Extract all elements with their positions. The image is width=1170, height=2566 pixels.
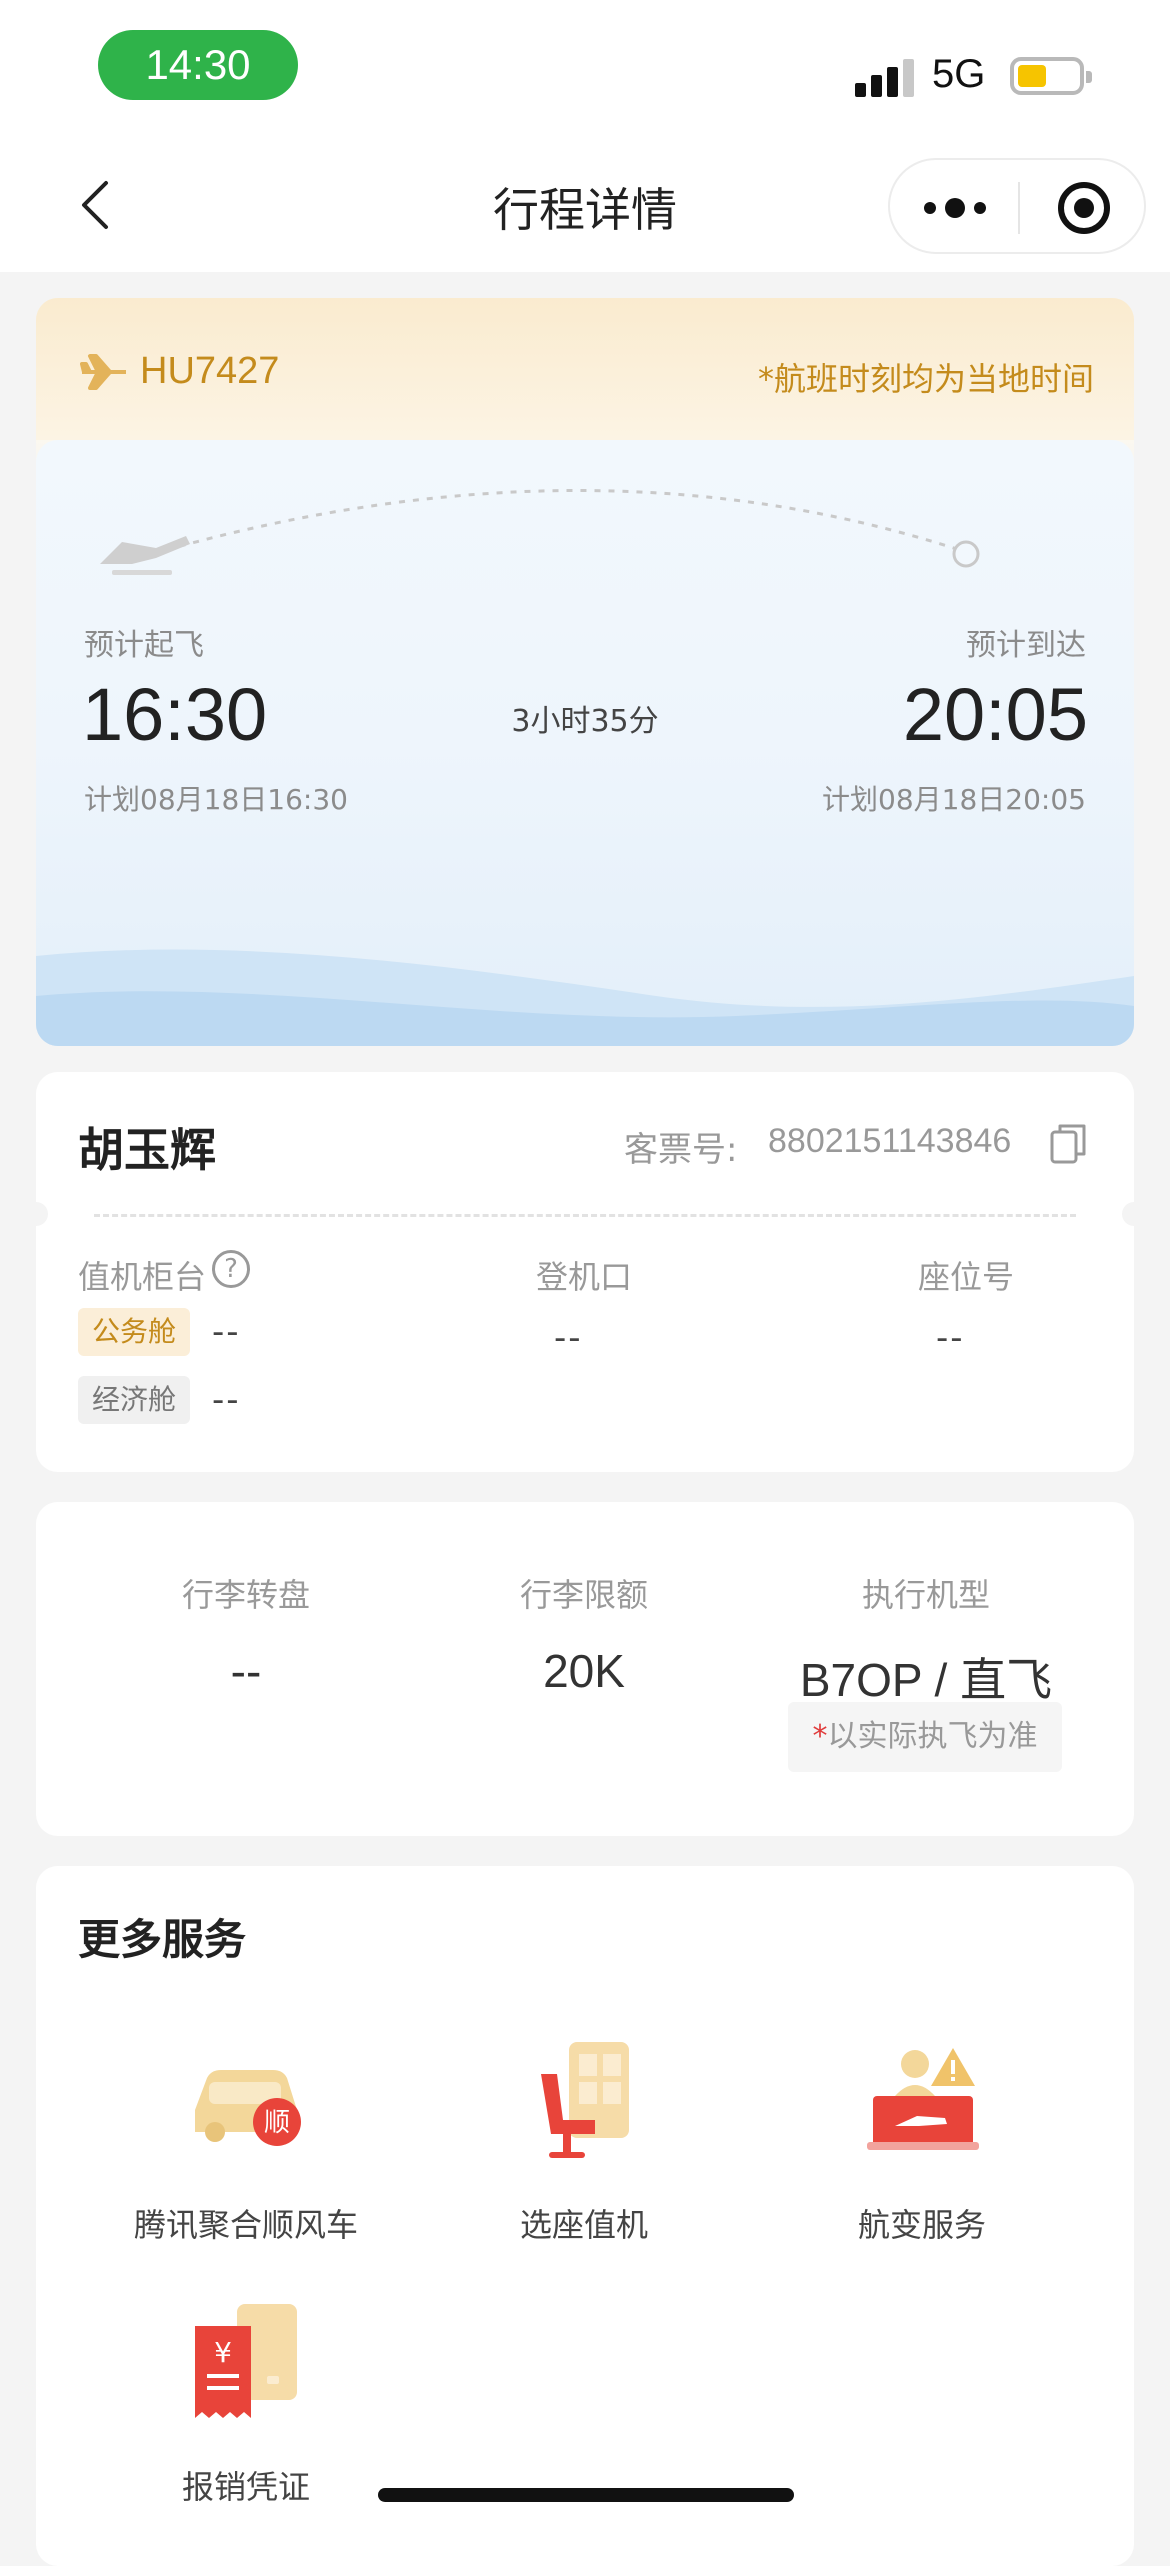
network-label: 5G (932, 52, 986, 96)
svg-text:¥: ¥ (214, 2336, 232, 2369)
service-label: 选座值机 (519, 2206, 648, 2244)
flight-header: HU7427 *航班时刻均为当地时间 (36, 298, 1134, 440)
status-time: 14:30 (98, 30, 298, 100)
carousel-value: -- (230, 1645, 262, 1697)
flight-card: HU7427 *航班时刻均为当地时间 预计起飞 预计到达 16:30 20:05… (36, 298, 1134, 1046)
gate-label: 登机口 (536, 1258, 633, 1296)
divider (94, 1214, 1076, 1217)
economy-counter-value: -- (212, 1380, 241, 1420)
service-flight-change[interactable]: 航变服务 (752, 2034, 1092, 2246)
car-ride-icon: 顺 (195, 2070, 301, 2146)
aircraft-label: 执行机型 (861, 1576, 990, 1614)
receipt-icon: ¥ (195, 2304, 297, 2418)
aircraft-value: B7OP / 直飞 (799, 1654, 1053, 1706)
allowance-column: 行李限额 20K (414, 1570, 754, 1698)
svg-text:顺: 顺 (264, 2108, 290, 2138)
aircraft-column: 执行机型 B7OP / 直飞 (756, 1570, 1096, 1710)
service-car-ride[interactable]: 顺 腾讯聚合顺风车 (76, 2034, 416, 2246)
mini-program-capsule (888, 158, 1146, 254)
nav-bar: 行程详情 (0, 140, 1170, 272)
copy-icon[interactable] (1050, 1124, 1086, 1164)
service-label: 航变服务 (857, 2206, 986, 2244)
service-receipt[interactable]: ¥ 报销凭证 (76, 2296, 416, 2508)
economy-class-tag: 经济舱 (78, 1376, 191, 1424)
services-card: 更多服务 顺 腾讯聚合顺风车 选座值机 航变服务 ¥ 报销凭证 (36, 1866, 1134, 2566)
arrival-label: 预计到达 (966, 628, 1086, 663)
allowance-value: 20K (543, 1645, 625, 1697)
battery-icon (1010, 57, 1092, 95)
wave-decoration (36, 949, 1134, 1046)
target-icon[interactable] (1058, 182, 1110, 234)
ticket-label: 客票号: (624, 1130, 738, 1170)
business-class-tag: 公务舱 (78, 1308, 191, 1356)
more-dots-icon[interactable] (924, 198, 986, 218)
service-seat-checkin[interactable]: 选座值机 (414, 2034, 754, 2246)
baggage-card: 行李转盘 -- 行李限额 20K 执行机型 B7OP / 直飞 *以实际执飞为准 (36, 1502, 1134, 1836)
aircraft-note: *以实际执飞为准 (788, 1702, 1062, 1772)
departure-planned: 计划08月18日16:30 (84, 783, 348, 816)
airplane-icon (80, 354, 126, 390)
route-arc (100, 489, 980, 575)
business-counter-value: -- (212, 1312, 241, 1352)
services-title: 更多服务 (78, 1915, 247, 1964)
departure-label: 预计起飞 (84, 628, 204, 663)
status-bar: 14:30 5G (0, 0, 1170, 140)
seat-value: -- (936, 1318, 965, 1358)
counter-label: 值机柜台 (78, 1258, 207, 1296)
home-indicator[interactable] (378, 2488, 794, 2502)
help-icon[interactable]: ? (212, 1250, 250, 1288)
flight-route: 预计起飞 预计到达 16:30 20:05 3小时35分 计划08月18日16:… (36, 440, 1134, 1046)
seat-label: 座位号 (918, 1258, 1015, 1296)
flight-change-icon (867, 2048, 979, 2150)
passenger-card: 胡玉辉 客票号: 8802151143846 值机柜台 ? 登机口 座位号 公务… (24, 1072, 1146, 1472)
service-label: 报销凭证 (181, 2468, 310, 2506)
flight-duration: 3小时35分 (511, 704, 659, 739)
service-label: 腾讯聚合顺风车 (133, 2206, 358, 2244)
gate-value: -- (554, 1318, 583, 1358)
seat-checkin-icon (541, 2042, 629, 2158)
signal-icon (855, 57, 915, 97)
ticket-number: 8802151143846 (768, 1122, 1012, 1160)
carousel-column: 行李转盘 -- (76, 1570, 416, 1698)
takeoff-icon (100, 536, 190, 564)
passenger-name: 胡玉辉 (78, 1123, 216, 1177)
local-time-note: *航班时刻均为当地时间 (757, 360, 1094, 398)
arrival-planned: 计划08月18日20:05 (822, 783, 1086, 816)
carousel-label: 行李转盘 (181, 1576, 310, 1614)
allowance-label: 行李限额 (519, 1576, 648, 1614)
flight-number: HU7427 (140, 350, 280, 392)
